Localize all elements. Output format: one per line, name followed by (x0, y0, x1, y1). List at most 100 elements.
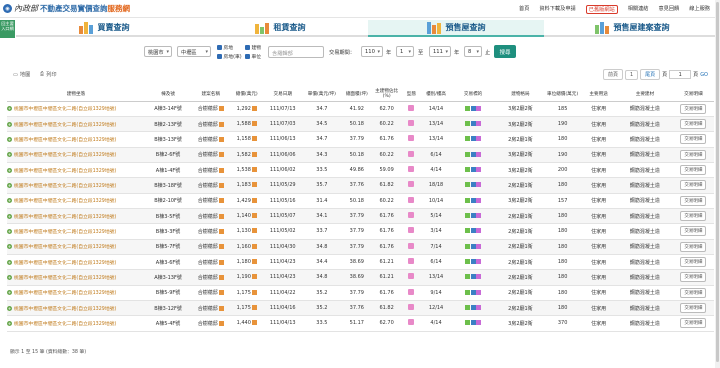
detail-button[interactable]: 交易明細 (680, 318, 707, 329)
expand-icon[interactable]: + (7, 167, 12, 173)
expand-icon[interactable]: + (7, 274, 12, 280)
table-row[interactable]: + 桃園市中壢區中壢區文化二路(自立段1329地號) A棟3-14F號 合樹蘊邸 1,2… (7, 101, 714, 117)
address-cell[interactable]: + 桃園市中壢區中壢區文化二路(自立段1329地號) (7, 101, 145, 117)
project-cell: 合樹蘊邸 (191, 269, 231, 286)
layout-cell: 2房2廳1衛 (495, 239, 546, 255)
page-scrollbar[interactable] (715, 0, 720, 368)
detail-button[interactable]: 交易明細 (680, 103, 707, 114)
check-house-land[interactable]: 房地 (217, 44, 233, 51)
tab-sale[interactable]: 買賣查詢 (16, 20, 192, 37)
print-button[interactable]: ⎙ 列印 (40, 71, 57, 78)
last-page-button[interactable]: 尾頁 (640, 69, 661, 80)
table-row[interactable]: + 桃園市中壢區中壢區文化二路(自立段1329地號) B棟5-9F號 合樹蘊邸 1,17… (7, 285, 714, 301)
address-cell[interactable]: + 桃園市中壢區中壢區文化二路(自立段1329地號) (7, 193, 145, 209)
nav-links[interactable]: 相關連結 (628, 5, 649, 14)
expand-icon[interactable]: + (7, 152, 12, 158)
table-row[interactable]: + 桃園市中壢區中壢區文化二路(自立段1329地號) B棟3-12F號 合樹蘊邸 1,1… (7, 300, 714, 317)
table-row[interactable]: + 桃園市中壢區中壢區文化二路(自立段1329地號) A棟1-4F號 合樹蘊邸 1,53… (7, 162, 714, 179)
detail-button[interactable]: 交易明細 (680, 241, 707, 252)
parking-price-cell: 180 (545, 131, 581, 148)
address-cell[interactable]: + 桃園市中壢區中壢區文化二路(自立段1329地號) (7, 285, 145, 301)
detail-button[interactable]: 交易明細 (680, 303, 707, 314)
expand-icon[interactable]: + (7, 305, 12, 311)
district-select[interactable]: 中壢區 (177, 46, 211, 57)
keyword-input[interactable]: 含羅輯部 (268, 46, 324, 58)
expand-icon[interactable]: + (7, 259, 12, 265)
building-type-icon (408, 181, 415, 188)
table-row[interactable]: + 桃園市中壢區中壢區文化二路(自立段1329地號) A棟5-4F號 合樹蘊邸 1,44… (7, 315, 714, 332)
nav-old-site[interactable]: 已舊版網站 (585, 5, 618, 14)
address-cell[interactable]: + 桃園市中壢區中壢區文化二路(自立段1329地號) (7, 131, 145, 148)
nav-feedback[interactable]: 意見回饋 (658, 5, 679, 14)
address-cell[interactable]: + 桃園市中壢區中壢區文化二路(自立段1329地號) (7, 315, 145, 332)
address-cell[interactable]: + 桃園市中壢區中壢區文化二路(自立段1329地號) (7, 223, 145, 240)
address-cell[interactable]: + 桃園市中壢區中壢區文化二路(自立段1329地號) (7, 300, 145, 317)
tab-presale[interactable]: 預售屋查詢 (368, 20, 544, 37)
expand-icon[interactable]: + (7, 106, 12, 112)
table-row[interactable]: + 桃園市中壢區中壢區文化二路(自立段1329地號) B棟5-7F號 合樹蘊邸 1,16… (7, 239, 714, 255)
expand-icon[interactable]: + (7, 121, 12, 127)
table-row[interactable]: + 桃園市中壢區中壢區文化二路(自立段1329地號) B棟3-3F號 合樹蘊邸 1,13… (7, 223, 714, 240)
table-row[interactable]: + 桃園市中壢區中壢區文化二路(自立段1329地號) B棟3-13F號 合樹蘊邸 1,1… (7, 131, 714, 148)
address-cell[interactable]: + 桃園市中壢區中壢區文化二路(自立段1329地號) (7, 269, 145, 286)
search-button[interactable]: 搜尋 (494, 45, 516, 58)
project-badge-icon (218, 305, 224, 311)
page-1-button[interactable]: 1 (624, 69, 639, 80)
parking-price-cell: 180 (545, 208, 581, 225)
detail-button[interactable]: 交易明細 (680, 195, 707, 206)
tab-rent[interactable]: 租賃查詢 (192, 20, 368, 37)
detail-button[interactable]: 交易明細 (680, 211, 707, 222)
site-logo[interactable]: ◉ 內政部 不動產交易實價查詢服務網 (3, 3, 130, 14)
address-cell[interactable]: + 桃園市中壢區中壢區文化二路(自立段1329地號) (7, 116, 145, 133)
from-month-select[interactable]: 1 (396, 46, 414, 57)
detail-button[interactable]: 交易明細 (680, 119, 707, 130)
detail-button[interactable]: 交易明細 (680, 180, 707, 191)
address-cell[interactable]: + 桃園市中壢區中壢區文化二路(自立段1329地號) (7, 254, 145, 271)
address-cell[interactable]: + 桃園市中壢區中壢區文化二路(自立段1329地號) (7, 208, 145, 225)
expand-icon[interactable]: + (7, 136, 12, 142)
to-year-select[interactable]: 111 (429, 46, 451, 57)
table-row[interactable]: + 桃園市中壢區中壢區文化二路(自立段1329地號) B棟3-18F號 合樹蘊邸 1,1… (7, 177, 714, 194)
tab-presale-project[interactable]: 預售屋建案查詢 (544, 20, 720, 37)
expand-icon[interactable]: + (7, 182, 12, 188)
nav-download[interactable]: 資料下載及申請 (539, 5, 575, 14)
nav-home[interactable]: 首頁 (519, 5, 529, 14)
from-year-select[interactable]: 110 (361, 46, 383, 57)
main-portal-tab[interactable]: 回主要入口網 (0, 20, 15, 38)
detail-button[interactable]: 交易明細 (680, 272, 707, 283)
table-row[interactable]: + 桃園市中壢區中壢區文化二路(自立段1329地號) B棟2-13F號 合樹蘊邸 1,5… (7, 116, 714, 133)
check-parking[interactable]: 車位 (245, 53, 261, 60)
detail-button[interactable]: 交易明細 (680, 134, 707, 145)
expand-icon[interactable]: + (7, 198, 12, 204)
city-select[interactable]: 桃園市 (144, 46, 172, 57)
table-row[interactable]: + 桃園市中壢區中壢區文化二路(自立段1329地號) B棟2-10F號 合樹蘊邸 1,4… (7, 193, 714, 209)
total-price-cell: 1,582 (230, 147, 264, 163)
expand-icon[interactable]: + (7, 290, 12, 296)
page-input[interactable]: 1 (669, 70, 692, 79)
map-button[interactable]: ▭ 地圖 (13, 71, 30, 79)
detail-button[interactable]: 交易明細 (680, 226, 707, 237)
address-cell[interactable]: + 桃園市中壢區中壢區文化二路(自立段1329地號) (7, 239, 145, 255)
detail-button[interactable]: 交易明細 (680, 287, 707, 298)
table-row[interactable]: + 桃園市中壢區中壢區文化二路(自立段1329地號) A棟3-13F號 合樹蘊邸 1,1… (7, 269, 714, 286)
to-month-select[interactable]: 8 (464, 46, 482, 57)
detail-button[interactable]: 交易明細 (680, 165, 707, 176)
address-cell[interactable]: + 桃園市中壢區中壢區文化二路(自立段1329地號) (7, 177, 145, 194)
go-button[interactable]: GO (700, 72, 708, 78)
table-row[interactable]: + 桃園市中壢區中壢區文化二路(自立段1329地號) A棟3-6F號 合樹蘊邸 1,18… (7, 254, 714, 271)
detail-button[interactable]: 交易明細 (680, 149, 707, 160)
check-house-land-car[interactable]: 房地(車) (217, 53, 242, 60)
address-cell[interactable]: + 桃園市中壢區中壢區文化二路(自立段1329地號) (7, 147, 145, 163)
detail-button[interactable]: 交易明細 (680, 257, 707, 268)
expand-icon[interactable]: + (7, 244, 12, 250)
nav-online-service[interactable]: 線上服務 (689, 5, 710, 14)
address-cell[interactable]: + 桃園市中壢區中壢區文化二路(自立段1329地號) (7, 162, 145, 179)
prev-page-button[interactable]: 前頁 (602, 69, 623, 80)
expand-icon[interactable]: + (7, 213, 12, 219)
check-building[interactable]: 建物 (245, 44, 261, 51)
main-ratio-cell: 60.22 (372, 193, 402, 209)
table-row[interactable]: + 桃園市中壢區中壢區文化二路(自立段1329地號) B棟3-5F號 合樹蘊邸 1,14… (7, 208, 714, 225)
expand-icon[interactable]: + (7, 320, 12, 326)
table-row[interactable]: + 桃園市中壢區中壢區文化二路(自立段1329地號) B棟2-6F號 合樹蘊邸 1,58… (7, 147, 714, 163)
expand-icon[interactable]: + (7, 228, 12, 234)
